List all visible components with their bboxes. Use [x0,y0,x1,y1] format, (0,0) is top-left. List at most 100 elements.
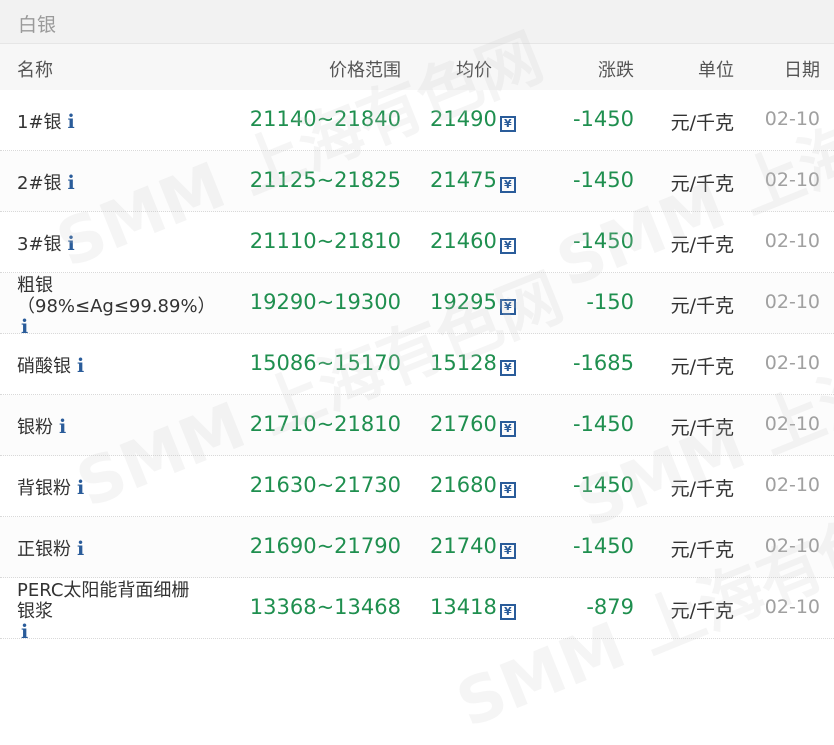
price-change: -1450 [572,412,634,436]
average-price: 21680 ¥ [430,473,516,498]
column-header-change: 涨跌 [598,60,634,81]
product-name-line: 硝酸银 [17,356,71,377]
price-history-icon[interactable]: ¥ [499,238,516,254]
average-price: 21460 ¥ [430,229,516,254]
price-change: -1450 [572,229,634,253]
price-history-icon[interactable]: ¥ [499,177,516,193]
price-unit: 元/千克 [670,478,734,500]
price-history-icon[interactable]: ¥ [499,543,516,559]
product-name-line: 2#银 [17,173,62,194]
table-row: 粗银 （98%≤Ag≤99.89%） i 19290~19300 19295 ¥ -150 元… [0,273,834,338]
info-icon[interactable]: i [68,233,75,255]
average-price-value: 21460 [430,229,497,253]
category-title: 白银 [18,14,57,36]
product-name-line: 银粉 [17,417,53,438]
price-range: 19290~19300 [249,290,401,314]
column-header-name: 名称 [17,60,53,81]
info-icon[interactable]: i [68,111,75,133]
average-price-value: 13418 [430,595,497,619]
price-change: -1450 [572,473,634,497]
product-name: 3#银 i [17,230,75,256]
product-name-line: 1#银 [17,112,62,133]
average-price: 21475 ¥ [430,168,516,193]
product-name: 硝酸银 i [17,352,84,378]
price-unit: 元/千克 [670,356,734,378]
price-date: 02-10 [764,230,820,252]
table-row: 2#银 i 21125~21825 21475 ¥ -1450 元/千克 02-10 [0,151,834,212]
average-price: 13418 ¥ [430,595,516,620]
price-history-icon[interactable]: ¥ [499,360,516,376]
product-name: 背银粉 i [17,474,84,500]
price-unit: 元/千克 [670,539,734,561]
price-range: 21630~21730 [249,473,401,497]
product-name: 正银粉 i [17,535,84,561]
price-unit: 元/千克 [670,173,734,195]
price-unit: 元/千克 [670,112,734,134]
price-range: 21690~21790 [249,534,401,558]
average-price: 21760 ¥ [430,412,516,437]
product-name: 2#银 i [17,169,75,195]
product-name-line: 正银粉 [17,539,71,560]
price-range: 13368~13468 [249,595,401,619]
price-range: 21125~21825 [249,168,401,192]
price-change: -150 [586,290,634,314]
price-date: 02-10 [764,596,820,618]
average-price-value: 21475 [430,168,497,192]
info-icon[interactable]: i [21,622,28,643]
column-header-date: 日期 [784,60,820,81]
average-price-value: 19295 [430,290,497,314]
product-name-line: 银浆 [17,601,53,622]
average-price: 21740 ¥ [430,534,516,559]
price-date: 02-10 [764,413,820,435]
table-row: 1#银 i 21140~21840 21490 ¥ -1450 元/千克 02-10 [0,90,834,151]
price-history-icon[interactable]: ¥ [499,604,516,620]
price-range: 21710~21810 [249,412,401,436]
average-price-value: 21760 [430,412,497,436]
average-price: 19295 ¥ [430,290,516,315]
table-row: 背银粉 i 21630~21730 21680 ¥ -1450 元/千克 02-10 [0,456,834,517]
product-name: 1#银 i [17,108,75,134]
info-icon[interactable]: i [59,416,66,438]
product-name-line: PERC太阳能背面细栅 [17,580,190,601]
average-price-value: 21740 [430,534,497,558]
average-price-value: 21680 [430,473,497,497]
price-history-icon[interactable]: ¥ [499,116,516,132]
column-header-avg: 均价 [456,60,492,81]
price-unit: 元/千克 [670,600,734,622]
table-row: 银粉 i 21710~21810 21760 ¥ -1450 元/千克 02-10 [0,395,834,456]
table-header: 名称 价格范围 均价 涨跌 单位 日期 [0,44,834,90]
price-change: -1685 [572,351,634,375]
price-range: 15086~15170 [249,351,401,375]
product-name: PERC太阳能背面细栅 银浆 i [17,580,247,643]
info-icon[interactable]: i [68,172,75,194]
info-icon[interactable]: i [77,477,84,499]
price-range: 21140~21840 [249,107,401,131]
price-change: -879 [586,595,634,619]
product-name-line: （98%≤Ag≤99.89%） [17,296,216,317]
price-date: 02-10 [764,474,820,496]
table-row: 硝酸银 i 15086~15170 15128 ¥ -1685 元/千克 02-10 [0,334,834,395]
price-history-icon[interactable]: ¥ [499,299,516,315]
price-date: 02-10 [764,291,820,313]
category-title-bar: 白银 [0,0,834,44]
column-header-unit: 单位 [698,60,734,81]
price-unit: 元/千克 [670,417,734,439]
info-icon[interactable]: i [77,538,84,560]
info-icon[interactable]: i [77,355,84,377]
price-date: 02-10 [764,169,820,191]
table-row: 3#银 i 21110~21810 21460 ¥ -1450 元/千克 02-10 [0,212,834,273]
price-date: 02-10 [764,535,820,557]
price-unit: 元/千克 [670,234,734,256]
price-history-icon[interactable]: ¥ [499,421,516,437]
price-change: -1450 [572,168,634,192]
average-price-value: 21490 [430,107,497,131]
price-history-icon[interactable]: ¥ [499,482,516,498]
table-row: 正银粉 i 21690~21790 21740 ¥ -1450 元/千克 02-10 [0,517,834,578]
average-price: 15128 ¥ [430,351,516,376]
average-price-value: 15128 [430,351,497,375]
price-date: 02-10 [764,352,820,374]
average-price: 21490 ¥ [430,107,516,132]
price-change: -1450 [572,107,634,131]
column-header-price-range: 价格范围 [329,60,401,81]
price-unit: 元/千克 [670,295,734,317]
